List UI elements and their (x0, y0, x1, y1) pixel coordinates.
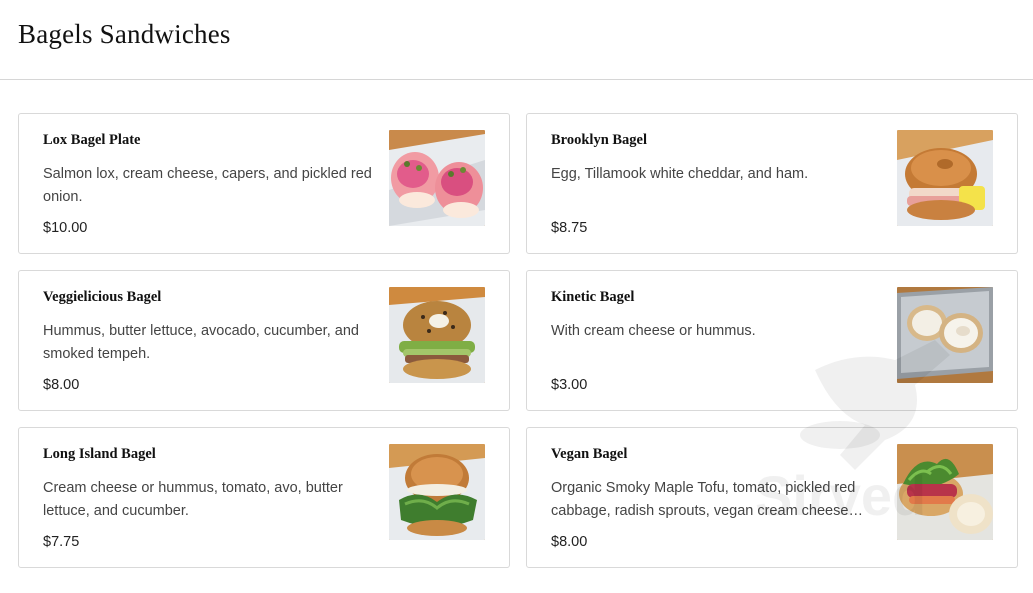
menu-item-name: Long Island Bagel (43, 446, 156, 462)
menu-item-price: $7.75 (43, 534, 80, 550)
menu-item-description: With cream cheese or hummus. (551, 323, 756, 339)
kinetic-bagel-photo (897, 287, 993, 383)
menu-item-description: Egg, Tillamook white cheddar, and ham. (551, 166, 809, 182)
menu-item-price: $10.00 (43, 220, 88, 236)
menu-item-card[interactable]: Veggielicious Bagel Hummus, butter lettu… (18, 270, 510, 411)
menu-item-name: Vegan Bagel (551, 446, 628, 462)
menu-item-card[interactable]: Kinetic Bagel With cream cheese or hummu… (526, 270, 1018, 411)
menu-item-name: Brooklyn Bagel (551, 132, 648, 148)
brooklyn-bagel-photo (897, 130, 993, 226)
menu-item-description: Salmon lox, cream cheese, capers, and pi… (43, 166, 372, 205)
menu-item-card[interactable]: Brooklyn Bagel Egg, Tillamook white ched… (526, 113, 1018, 254)
veggielicious-bagel-photo (389, 287, 485, 383)
menu-item-price: $8.75 (551, 220, 588, 236)
menu-item-description: Cream cheese or hummus, tomato, avo, but… (43, 480, 343, 519)
menu-item-price: $8.00 (551, 534, 588, 550)
menu-item-card[interactable]: Lox Bagel Plate Salmon lox, cream cheese… (18, 113, 510, 254)
long-island-bagel-photo (389, 444, 485, 540)
lox-bagel-photo (389, 130, 485, 226)
menu-item-price: $3.00 (551, 377, 588, 393)
page-header: Bagels Sandwiches (0, 0, 1033, 80)
page-title: Bagels Sandwiches (18, 19, 231, 49)
menu-item-card[interactable]: Long Island Bagel Cream cheese or hummus… (18, 427, 510, 568)
menu-item-price: $8.00 (43, 377, 80, 393)
menu-item-description: Organic Smoky Maple Tofu, tomato, pickle… (551, 480, 856, 519)
menu-item-card[interactable]: Vegan Bagel Organic Smoky Maple Tofu, to… (526, 427, 1018, 568)
menu-grid: Lox Bagel Plate Salmon lox, cream cheese… (18, 113, 1018, 568)
menu-item-description: Hummus, butter lettuce, avocado, cucumbe… (43, 323, 359, 362)
menu-item-name: Veggielicious Bagel (43, 289, 162, 305)
menu-item-name: Kinetic Bagel (551, 289, 635, 305)
vegan-bagel-photo (897, 444, 993, 540)
menu-item-name: Lox Bagel Plate (43, 132, 141, 148)
